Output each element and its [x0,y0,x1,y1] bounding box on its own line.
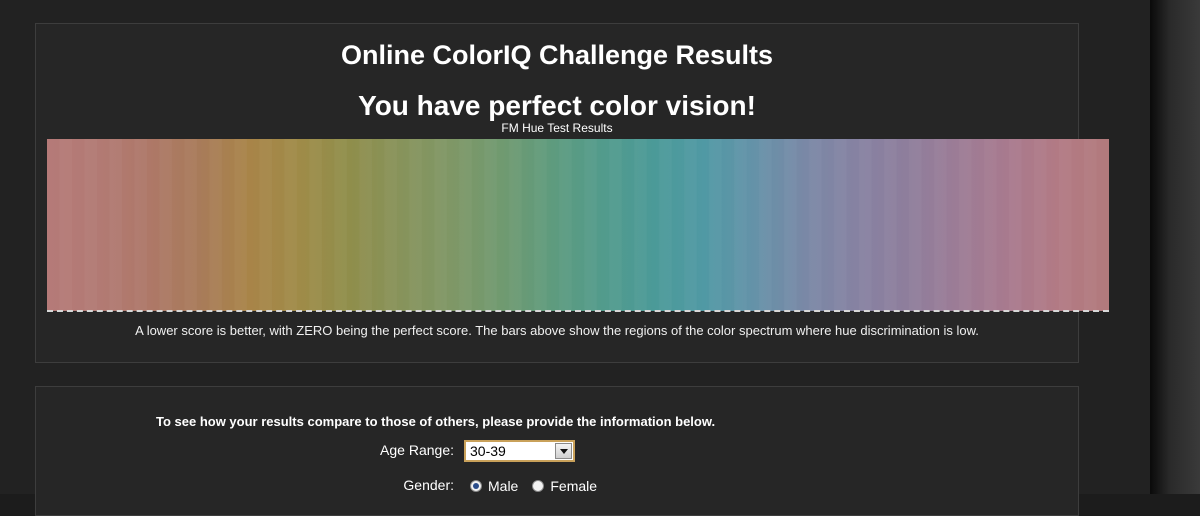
spectrum-band [884,139,896,311]
spectrum-band [934,139,946,311]
gender-radio-group: Male Female [470,475,605,494]
spectrum-band [584,139,596,311]
spectrum-band [59,139,71,311]
spectrum-band [359,139,371,311]
spectrum-band [1009,139,1021,311]
spectrum-band [434,139,446,311]
spectrum-band [309,139,321,311]
spectrum-band [659,139,671,311]
spectrum-band [559,139,571,311]
spectrum-band [684,139,696,311]
spectrum-band [409,139,421,311]
spectrum-band [234,139,246,311]
hue-spectrum-chart [47,139,1109,311]
spectrum-band [734,139,746,311]
spectrum-band [1059,139,1071,311]
spectrum-band [609,139,621,311]
spectrum-band [334,139,346,311]
spectrum-band [184,139,196,311]
spectrum-band [159,139,171,311]
spectrum-band [909,139,921,311]
spectrum-band [284,139,296,311]
gender-male-label[interactable]: Male [488,478,518,494]
spectrum-band [709,139,721,311]
zero-baseline [47,310,1109,312]
gender-female-radio[interactable] [532,480,545,492]
score-note: A lower score is better, with ZERO being… [135,323,979,338]
page-title: Online ColorIQ Challenge Results [340,40,774,70]
spectrum-band [834,139,846,311]
spectrum-band [84,139,96,311]
spectrum-band [759,139,771,311]
form-prompt: To see how your results compare to those… [156,414,716,429]
spectrum-band [384,139,396,311]
gender-female-label[interactable]: Female [550,478,597,494]
results-panel: Online ColorIQ Challenge Results You hav… [35,23,1109,363]
spectrum-band [1034,139,1046,311]
age-range-value: 30-39 [470,443,506,459]
chevron-down-icon[interactable] [555,443,572,459]
result-message: You have perfect color vision! [358,90,756,121]
age-range-label: Age Range: [380,442,454,458]
age-range-select[interactable]: 30-39 [464,440,575,462]
spectrum-band [984,139,996,311]
spectrum-band [784,139,796,311]
spectrum-band [484,139,496,311]
demographics-panel: To see how your results compare to those… [35,386,1079,516]
spectrum-band [209,139,221,311]
chart-title: FM Hue Test Results [501,121,613,135]
spectrum-band [1084,139,1096,311]
spectrum-band [534,139,546,311]
spectrum-band [809,139,821,311]
gender-label: Gender: [403,477,454,493]
spectrum-gradient [47,139,1109,311]
spectrum-svg [47,139,1109,311]
spectrum-band [109,139,121,311]
spectrum-band [959,139,971,311]
spectrum-band [859,139,871,311]
spectrum-band [459,139,471,311]
window-edge-shadow [1150,0,1200,494]
spectrum-band [134,139,146,311]
page: Online ColorIQ Challenge Results You hav… [0,0,1150,516]
spectrum-band [509,139,521,311]
spectrum-band [259,139,271,311]
gender-male-radio[interactable] [470,480,482,492]
spectrum-band [634,139,646,311]
